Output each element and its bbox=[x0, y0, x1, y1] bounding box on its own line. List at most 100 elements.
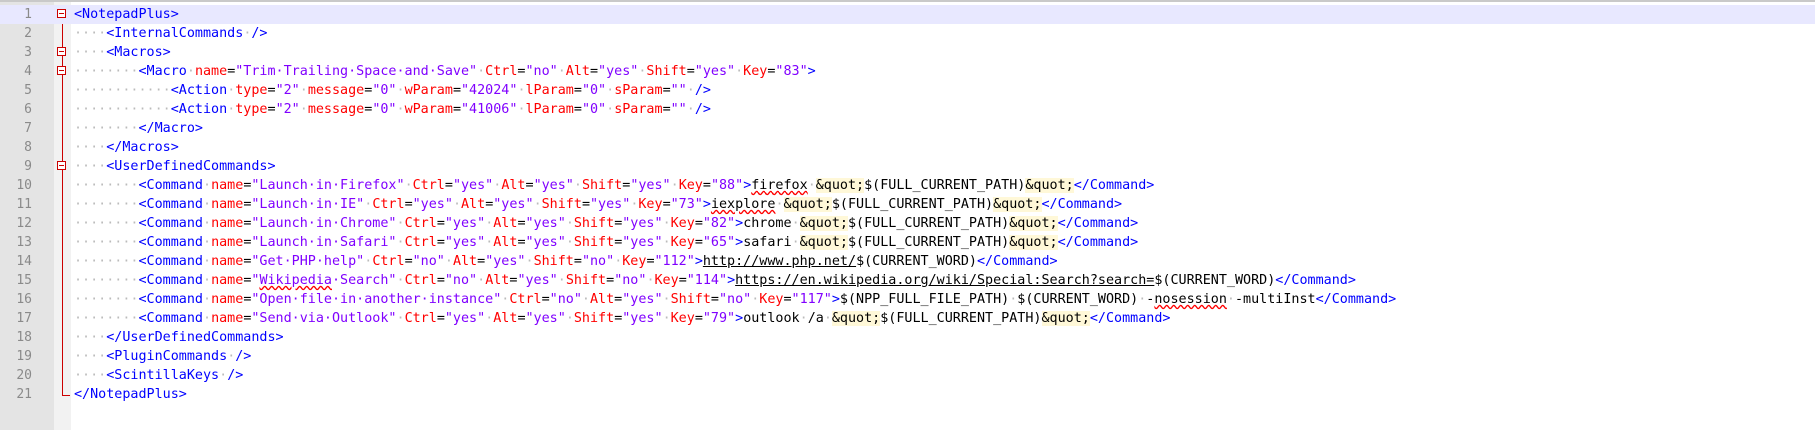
xml-attribute: Shift bbox=[541, 197, 582, 212]
whitespace-marker: · bbox=[525, 254, 534, 269]
code-line[interactable]: 4 ········<Macro·name="Trim·Trailing·Spac… bbox=[0, 62, 1815, 81]
line-code: ········<Command·name="Open·file·in·anot… bbox=[74, 290, 1396, 309]
whitespace-marker: · bbox=[396, 102, 405, 117]
code-line[interactable]: 1 <NotepadPlus> bbox=[0, 5, 1815, 24]
line-number: 5 bbox=[24, 83, 32, 98]
xml-attribute: name bbox=[211, 292, 244, 307]
text-spellcheck: nosession bbox=[1154, 292, 1227, 307]
code-line[interactable]: 18 ····</UserDefinedCommands> bbox=[0, 328, 1815, 347]
whitespace-marker: · bbox=[517, 102, 526, 117]
whitespace-marker: ···· bbox=[74, 368, 107, 383]
whitespace-marker: · bbox=[203, 311, 212, 326]
fold-toggle-icon[interactable] bbox=[57, 161, 66, 170]
xml-value: "yes" bbox=[412, 197, 453, 212]
code-line[interactable]: 9 ····<UserDefinedCommands> bbox=[0, 157, 1815, 176]
whitespace-marker: ········ bbox=[74, 216, 139, 231]
xml-value: "yes" bbox=[533, 178, 574, 193]
whitespace-marker: ········ bbox=[74, 178, 139, 193]
code-line[interactable]: 12 ········<Command·name="Launch·in·Chrom… bbox=[0, 214, 1815, 233]
xml-tag: <Command bbox=[138, 235, 204, 250]
xml-tag: > bbox=[831, 292, 840, 307]
xml-attribute: Shift bbox=[573, 311, 615, 326]
text-content: = bbox=[452, 83, 461, 98]
fold-toggle-icon[interactable] bbox=[57, 66, 66, 75]
code-line[interactable]: 11 ········<Command·name="Launch·in·IE"·C… bbox=[0, 195, 1815, 214]
url-link[interactable]: http://www.php.net/ bbox=[703, 254, 856, 269]
url-link[interactable]: https://en.wikipedia.org/wiki/Special:Se… bbox=[735, 273, 1154, 288]
whitespace-marker: · bbox=[735, 64, 744, 79]
code-line[interactable]: 13 ········<Command·name="Launch·in·Safar… bbox=[0, 233, 1815, 252]
whitespace-marker: · bbox=[646, 273, 655, 288]
code-line[interactable]: 6 ············<Action·type="2"·message="0… bbox=[0, 100, 1815, 119]
fold-toggle-icon[interactable] bbox=[57, 47, 66, 56]
xml-attribute: Key bbox=[638, 197, 663, 212]
xml-value: "Open·file·in·another·instance" bbox=[251, 292, 502, 307]
xml-tag: </Command> bbox=[1275, 273, 1356, 288]
code-line[interactable]: 3 ····<Macros> bbox=[0, 43, 1815, 62]
xml-attribute: Alt bbox=[589, 292, 615, 307]
line-number: 14 bbox=[16, 254, 32, 269]
xml-attribute: sParam bbox=[614, 102, 663, 117]
code-line[interactable]: 14 ········<Command·name="Get·PHP·help"·C… bbox=[0, 252, 1815, 271]
code-line[interactable]: 17 ········<Command·name="Send·via·Outloo… bbox=[0, 309, 1815, 328]
xml-value: "0" bbox=[372, 83, 397, 98]
whitespace-marker: ···· bbox=[74, 159, 107, 174]
xml-value-spellcheck: Wikipedia bbox=[259, 273, 332, 288]
code-line[interactable]: 20 ····<ScintillaKeys·/> bbox=[0, 366, 1815, 385]
code-line[interactable]: 10 ········<Command·name="Launch·in·Firef… bbox=[0, 176, 1815, 195]
whitespace-marker: ···· bbox=[74, 330, 107, 345]
xml-value: "Launch·in·IE" bbox=[251, 197, 365, 212]
line-code: ········<Macro·name="Trim·Trailing·Space… bbox=[74, 62, 816, 81]
line-number: 3 bbox=[24, 45, 32, 60]
whitespace-marker: ········ bbox=[74, 197, 139, 212]
whitespace-marker: ········ bbox=[74, 254, 139, 269]
line-code: </NotepadPlus> bbox=[74, 385, 187, 404]
line-code: ············<Action·type="2"·message="0"… bbox=[74, 81, 711, 100]
xml-value: "2" bbox=[275, 102, 300, 117]
code-line[interactable]: 21 </NotepadPlus> bbox=[0, 385, 1815, 404]
whitespace-marker: ············ bbox=[74, 102, 171, 117]
xml-value: "yes" bbox=[444, 216, 486, 231]
code-editor[interactable]: 1 <NotepadPlus> 2 ····<InternalCommands·/> 3… bbox=[0, 0, 1815, 430]
code-line[interactable]: 8 ····</Macros> bbox=[0, 138, 1815, 157]
text-content: = bbox=[267, 102, 276, 117]
entity: &quot; bbox=[831, 311, 881, 326]
xml-attribute: name bbox=[211, 311, 244, 326]
entity: &quot; bbox=[815, 178, 865, 193]
xml-value: "79" bbox=[702, 311, 736, 326]
xml-attribute: type bbox=[235, 102, 268, 117]
text-content: chrome bbox=[743, 216, 792, 231]
xml-tag: <Command bbox=[138, 273, 204, 288]
xml-attribute: Ctrl bbox=[485, 64, 518, 79]
code-line[interactable]: 19 ····<PluginCommands·/> bbox=[0, 347, 1815, 366]
xml-value: "Launch·in·Chrome" bbox=[251, 216, 397, 231]
xml-tag: <PluginCommands bbox=[106, 349, 228, 364]
whitespace-marker: ···· bbox=[74, 26, 107, 41]
xml-value: "yes" bbox=[622, 311, 663, 326]
xml-value: "Launch·in·Firefox" bbox=[251, 178, 405, 193]
xml-value: "yes" bbox=[630, 178, 671, 193]
code-line[interactable]: 5 ············<Action·type="2"·message="0… bbox=[0, 81, 1815, 100]
line-code: ····<InternalCommands·/> bbox=[74, 24, 268, 43]
xml-attribute: Ctrl bbox=[372, 197, 405, 212]
code-line[interactable]: 16 ········<Command·name="Open·file·in·an… bbox=[0, 290, 1815, 309]
code-lines: 1 <NotepadPlus> 2 ····<InternalCommands·/> 3… bbox=[0, 5, 1815, 404]
xml-value: "yes" bbox=[444, 235, 486, 250]
xml-attribute: wParam bbox=[404, 83, 453, 98]
xml-attribute: Alt bbox=[452, 254, 478, 269]
whitespace-marker: · bbox=[477, 64, 486, 79]
fold-toggle-icon[interactable] bbox=[57, 9, 66, 18]
xml-attribute: sParam bbox=[614, 83, 663, 98]
code-line[interactable]: 2 ····<InternalCommands·/> bbox=[0, 24, 1815, 43]
code-line[interactable]: 15 ········<Command·name="Wikipedia·Searc… bbox=[0, 271, 1815, 290]
whitespace-marker: ········ bbox=[74, 311, 139, 326]
text-content: = bbox=[678, 273, 687, 288]
xml-tag: </Command> bbox=[1089, 311, 1171, 326]
xml-tag: /> bbox=[694, 102, 711, 117]
xml-attribute: Alt bbox=[501, 178, 526, 193]
line-code: ········<Command·name="Get·PHP·help"·Ctr… bbox=[74, 252, 1058, 271]
whitespace-marker: · bbox=[581, 292, 590, 307]
xml-value: "" bbox=[670, 83, 687, 98]
code-line[interactable]: 7 ········</Macro> bbox=[0, 119, 1815, 138]
whitespace-marker: · bbox=[662, 311, 671, 326]
